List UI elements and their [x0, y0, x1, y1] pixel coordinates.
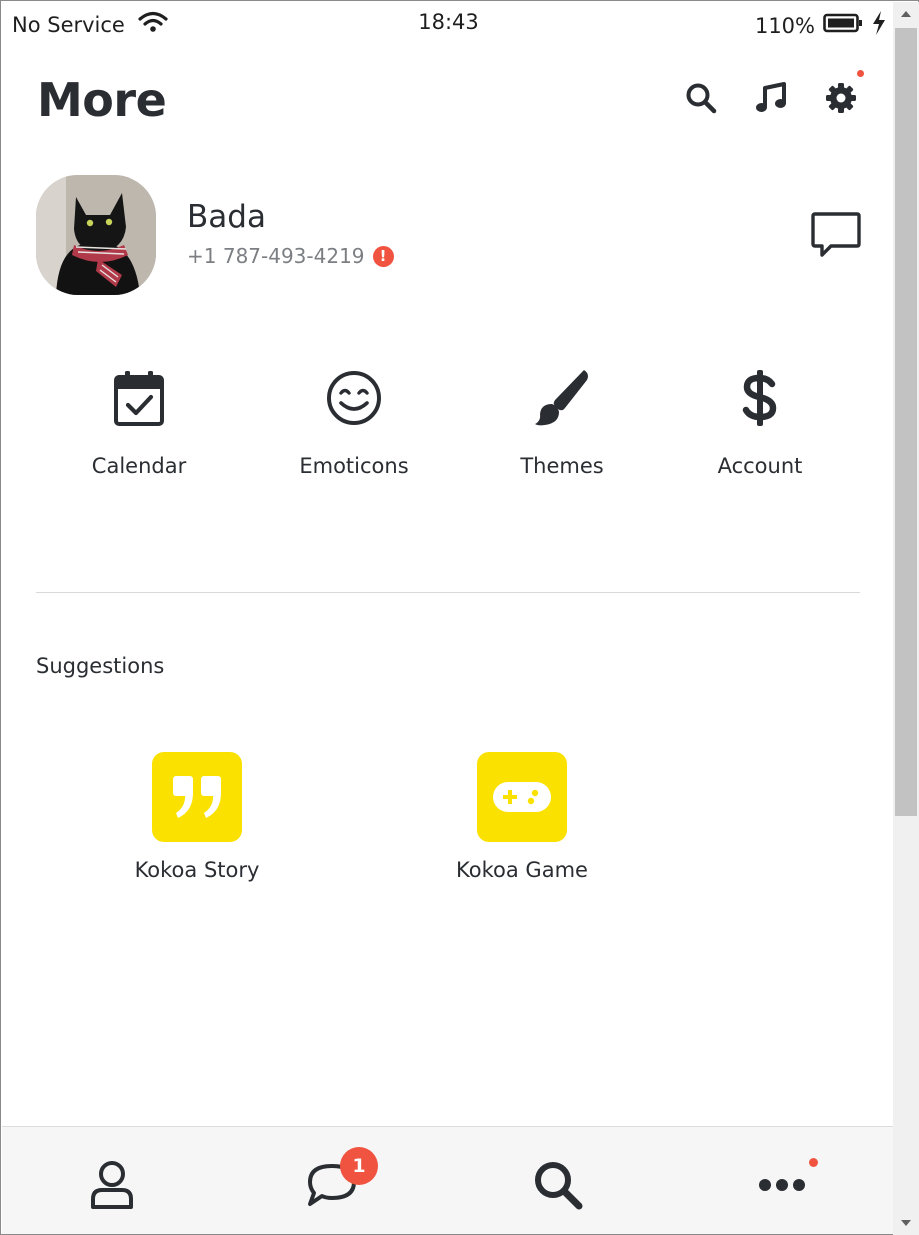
search-icon: [532, 1159, 584, 1215]
battery-icon: [823, 13, 863, 38]
scrollbar[interactable]: [893, 2, 919, 1235]
avatar[interactable]: [36, 175, 156, 295]
paintbrush-icon: [530, 366, 594, 430]
quick-item-themes[interactable]: Themes: [482, 366, 642, 478]
scrollbar-thumb[interactable]: [895, 28, 917, 816]
suggestion-kokoa-game[interactable]: Kokoa Game: [432, 752, 612, 882]
status-right: 110%: [755, 10, 887, 41]
warning-icon[interactable]: !: [372, 245, 394, 267]
music-note-icon[interactable]: [754, 81, 788, 115]
smile-icon: [322, 366, 386, 430]
chats-unread-badge: 1: [340, 1147, 378, 1185]
tab-search[interactable]: [528, 1157, 588, 1217]
charging-bolt-icon: [871, 10, 887, 41]
calendar-check-icon: [107, 366, 171, 430]
quote-icon: [152, 752, 242, 842]
tab-friends[interactable]: [82, 1157, 142, 1217]
header-actions: [684, 70, 864, 115]
quick-item-account[interactable]: Account: [680, 366, 840, 478]
battery-percent: 110%: [754, 13, 815, 38]
suggestion-label: Kokoa Game: [456, 858, 588, 882]
person-icon: [88, 1159, 136, 1215]
quick-item-calendar[interactable]: Calendar: [59, 366, 219, 478]
section-divider: [36, 592, 860, 593]
suggestion-label: Kokoa Story: [134, 858, 260, 882]
quick-item-label: Calendar: [91, 454, 187, 478]
profile-phone: +1 787-493-4219: [187, 244, 365, 268]
tab-chats[interactable]: 1: [302, 1147, 378, 1217]
quick-item-emoticons[interactable]: Emoticons: [274, 366, 434, 478]
gear-icon[interactable]: [824, 70, 864, 115]
scroll-up-arrow-icon[interactable]: [893, 2, 919, 26]
more-notification-dot: [809, 1158, 818, 1167]
dollar-icon: [728, 366, 792, 430]
quick-item-label: Emoticons: [299, 454, 409, 478]
suggestions-title: Suggestions: [36, 654, 165, 678]
bottom-tab-bar: 1: [2, 1126, 893, 1234]
chat-bubble-icon[interactable]: [809, 209, 863, 263]
search-icon[interactable]: [684, 81, 718, 115]
quick-item-label: Themes: [520, 454, 604, 478]
profile-name: Bada: [187, 199, 266, 235]
status-bar: No Service 18:43 110%: [2, 2, 893, 44]
gamepad-icon: [477, 752, 567, 842]
profile-phone-row: +1 787-493-4219 !: [187, 244, 394, 268]
clock: 18:43: [418, 10, 479, 34]
suggestion-kokoa-story[interactable]: Kokoa Story: [107, 752, 287, 882]
tab-more[interactable]: [754, 1157, 818, 1217]
gear-notification-dot: [857, 70, 864, 77]
page-title: More: [37, 73, 167, 127]
quick-item-label: Account: [717, 454, 803, 478]
scroll-down-arrow-icon[interactable]: [893, 1211, 919, 1235]
more-dots-icon: [756, 1175, 812, 1199]
app-window: No Service 18:43 110% More Bada +1 787-4…: [0, 0, 919, 1235]
